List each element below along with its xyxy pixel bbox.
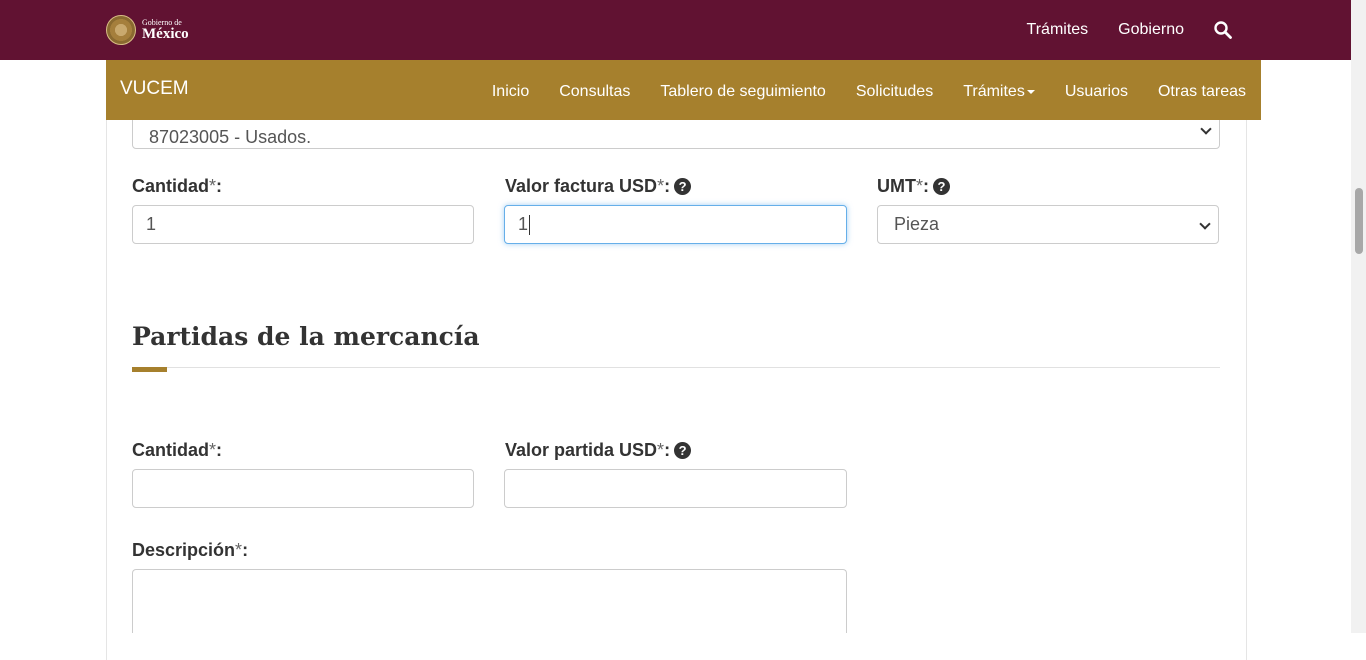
partida-cantidad-label: Cantidad*: bbox=[132, 440, 223, 460]
nav-tramites-label: Trámites bbox=[963, 83, 1025, 100]
page-scrollbar[interactable] bbox=[1351, 0, 1366, 633]
search-icon[interactable] bbox=[1214, 21, 1232, 39]
gov-nav-tramites[interactable]: Trámites bbox=[1027, 21, 1089, 39]
vucem-nav: Inicio Consultas Tablero de seguimiento … bbox=[477, 60, 1261, 124]
nav-usuarios[interactable]: Usuarios bbox=[1050, 83, 1143, 101]
chevron-down-icon bbox=[1199, 218, 1211, 230]
section-title: Partidas de la mercancía bbox=[132, 322, 480, 351]
nav-tramites-dropdown[interactable]: Trámites bbox=[948, 83, 1050, 101]
chevron-down-icon bbox=[1200, 123, 1212, 135]
descripcion-textarea[interactable] bbox=[132, 569, 847, 633]
caret-down-icon bbox=[1026, 89, 1035, 94]
valor-partida-input[interactable] bbox=[504, 469, 847, 508]
help-icon[interactable]: ? bbox=[933, 178, 951, 195]
descripcion-label: Descripción*: bbox=[132, 540, 249, 560]
nav-solicitudes[interactable]: Solicitudes bbox=[841, 83, 948, 101]
seal-icon bbox=[106, 15, 136, 45]
nav-otras-tareas[interactable]: Otras tareas bbox=[1143, 83, 1261, 101]
section-accent-bar bbox=[132, 367, 167, 372]
valor-factura-value: 1 bbox=[518, 214, 529, 234]
nav-inicio[interactable]: Inicio bbox=[477, 83, 544, 101]
umt-label: UMT*:? bbox=[877, 176, 951, 197]
umt-select-value: Pieza bbox=[894, 214, 940, 234]
gov-nav-gobierno[interactable]: Gobierno bbox=[1118, 21, 1184, 39]
cantidad-input[interactable]: 1 bbox=[132, 205, 474, 244]
help-icon[interactable]: ? bbox=[674, 442, 692, 459]
partida-cantidad-input[interactable] bbox=[132, 469, 474, 508]
nav-consultas[interactable]: Consultas bbox=[544, 83, 645, 101]
section-divider bbox=[132, 367, 1220, 368]
valor-factura-input[interactable]: 1 bbox=[504, 205, 847, 244]
vucem-brand[interactable]: VUCEM bbox=[120, 78, 189, 100]
scrollbar-thumb[interactable] bbox=[1355, 188, 1363, 254]
vucem-navbar: VUCEM Inicio Consultas Tablero de seguim… bbox=[106, 60, 1261, 120]
gobierno-mexico-logo[interactable]: Gobierno de México bbox=[106, 15, 189, 45]
valor-partida-label: Valor partida USD*:? bbox=[505, 440, 692, 461]
valor-factura-label: Valor factura USD*:? bbox=[505, 176, 692, 197]
gov-header: Gobierno de México Trámites Gobierno bbox=[0, 0, 1351, 60]
logo-big-text: México bbox=[142, 25, 189, 42]
nav-tablero[interactable]: Tablero de seguimiento bbox=[645, 83, 840, 101]
text-cursor bbox=[529, 215, 531, 236]
logo-text: Gobierno de México bbox=[142, 18, 189, 42]
umt-select[interactable]: Pieza bbox=[877, 205, 1219, 244]
fraccion-select-value: 87023005 - Usados. bbox=[149, 127, 312, 147]
cantidad-label: Cantidad*: bbox=[132, 176, 223, 196]
gov-nav: Trámites Gobierno bbox=[997, 0, 1232, 60]
help-icon[interactable]: ? bbox=[674, 178, 692, 195]
